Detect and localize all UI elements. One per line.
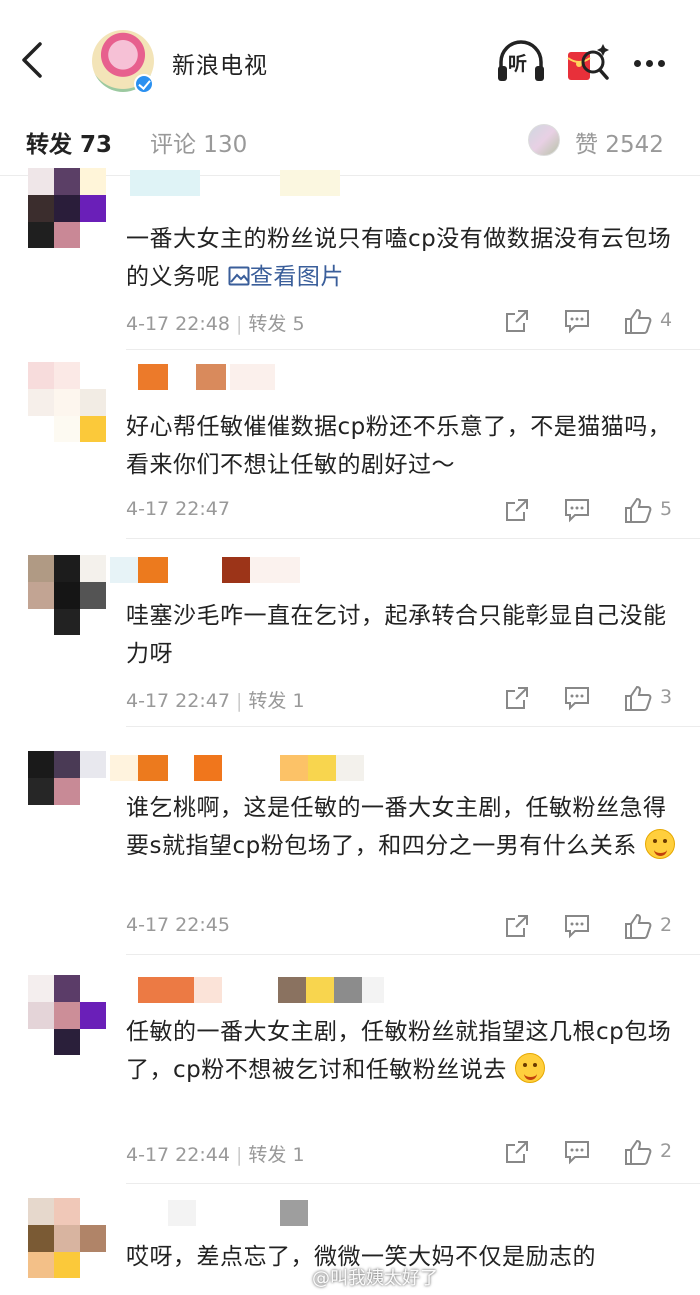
comment-meta: 4-17 22:47 | 转发 1 bbox=[126, 686, 305, 713]
comment-meta: 4-17 22:45 bbox=[126, 914, 230, 936]
like-count: 5 bbox=[660, 498, 673, 520]
comment-time: 4-17 22:45 bbox=[126, 914, 230, 936]
image-icon bbox=[228, 266, 250, 286]
listen-button[interactable]: 听 bbox=[496, 40, 546, 84]
comment-meta: 4-17 22:44 | 转发 1 bbox=[126, 1140, 305, 1167]
top-bar: 新浪电视 听 bbox=[0, 0, 700, 100]
red-packet-icon bbox=[567, 44, 609, 80]
comment-meta: 4-17 22:48 | 转发 5 bbox=[126, 309, 305, 336]
commenter-name[interactable] bbox=[110, 1200, 430, 1228]
meta-separator: | bbox=[235, 690, 243, 712]
comment-repost-count[interactable]: 转发 1 bbox=[248, 690, 304, 712]
thumbs-up-icon[interactable] bbox=[624, 911, 652, 941]
verified-badge-icon bbox=[134, 74, 154, 94]
commenter-name[interactable] bbox=[110, 977, 430, 1005]
like-count: 2 bbox=[660, 1140, 673, 1162]
comment-time: 4-17 22:47 bbox=[126, 498, 230, 520]
listen-label: 听 bbox=[508, 53, 528, 75]
like-count: 3 bbox=[660, 686, 673, 708]
thumbs-up-icon[interactable] bbox=[624, 683, 652, 713]
comment-bubble-icon[interactable] bbox=[563, 495, 591, 525]
like-count: 2 bbox=[660, 914, 673, 936]
comment-bubble-icon[interactable] bbox=[563, 1137, 591, 1167]
share-icon[interactable] bbox=[504, 683, 530, 713]
commenter-avatar[interactable] bbox=[28, 362, 106, 442]
comment-text-body: 谁乞桃啊，这是任敏的一番大女主剧，任敏粉丝急得要s就指望cp粉包场了，和四分之一… bbox=[126, 795, 667, 859]
commenter-name[interactable] bbox=[110, 755, 430, 783]
view-image-label: 查看图片 bbox=[249, 264, 344, 290]
commenter-avatar[interactable] bbox=[28, 1198, 106, 1278]
tab-like[interactable]: 赞 2542 bbox=[575, 125, 664, 159]
tab-comment[interactable]: 评论 130 bbox=[150, 125, 247, 159]
share-icon[interactable] bbox=[504, 306, 530, 336]
commenter-name[interactable] bbox=[110, 557, 430, 585]
comment-meta: 4-17 22:47 bbox=[126, 498, 230, 520]
comment-repost-count[interactable]: 转发 5 bbox=[248, 313, 304, 335]
meta-separator: | bbox=[235, 313, 243, 335]
divider bbox=[126, 538, 700, 539]
tab-repost[interactable]: 转发 73 bbox=[26, 125, 112, 159]
meta-separator: | bbox=[235, 1144, 243, 1166]
share-icon[interactable] bbox=[504, 495, 530, 525]
comment-text: 好心帮任敏催催数据cp粉还不乐意了，不是猫猫吗，看来你们不想让任敏的剧好过～ bbox=[126, 414, 672, 478]
commenter-avatar[interactable] bbox=[28, 168, 106, 248]
comment-time: 4-17 22:44 bbox=[126, 1144, 230, 1166]
liker-avatar bbox=[528, 124, 560, 156]
view-image-link[interactable]: 查看图片 bbox=[228, 264, 344, 290]
divider bbox=[126, 1183, 700, 1184]
comment-bubble-icon[interactable] bbox=[563, 683, 591, 713]
share-icon[interactable] bbox=[504, 1137, 530, 1167]
commenter-name[interactable] bbox=[110, 364, 430, 392]
like-count: 4 bbox=[660, 309, 673, 331]
thumbs-up-icon[interactable] bbox=[624, 306, 652, 336]
more-dots-icon[interactable] bbox=[634, 52, 676, 72]
red-packet-button[interactable] bbox=[566, 40, 612, 84]
commenter-avatar[interactable] bbox=[28, 555, 106, 635]
comment-text: 任敏的一番大女主剧，任敏粉丝就指望这几根cp包场了，cp粉不想被乞讨和任敏粉丝说… bbox=[126, 1013, 686, 1089]
divider bbox=[126, 349, 700, 350]
tongue-emoji-icon bbox=[644, 829, 675, 859]
comment-text: 谁乞桃啊，这是任敏的一番大女主剧，任敏粉丝急得要s就指望cp粉包场了，和四分之一… bbox=[126, 789, 686, 865]
back-arrow-icon[interactable] bbox=[18, 40, 48, 80]
smile-emoji-icon bbox=[514, 1053, 545, 1083]
watermark: @叫我姨太好了 bbox=[312, 1268, 438, 1289]
comment-text: 哇塞沙毛咋一直在乞讨，起承转合只能彰显自己没能力呀 bbox=[126, 603, 667, 667]
divider bbox=[126, 726, 700, 727]
thumbs-up-icon[interactable] bbox=[624, 1137, 652, 1167]
comment-bubble-icon[interactable] bbox=[563, 911, 591, 941]
commenter-name[interactable] bbox=[110, 170, 430, 198]
commenter-avatar[interactable] bbox=[28, 751, 106, 831]
comment-text: 一番大女主的粉丝说只有嗑cp没有做数据没有云包场的义务呢 查看图片 bbox=[126, 220, 686, 296]
commenter-avatar[interactable] bbox=[28, 975, 106, 1055]
comment-text-body: 一番大女主的粉丝说只有嗑cp没有做数据没有云包场的义务呢 bbox=[126, 226, 672, 290]
comment-bubble-icon[interactable] bbox=[563, 306, 591, 336]
comment-time: 4-17 22:48 bbox=[126, 313, 230, 335]
comment-repost-count[interactable]: 转发 1 bbox=[248, 1144, 304, 1166]
divider bbox=[126, 954, 700, 955]
comment-text-body: 任敏的一番大女主剧，任敏粉丝就指望这几根cp包场了，cp粉不想被乞讨和任敏粉丝说… bbox=[126, 1019, 672, 1083]
share-icon[interactable] bbox=[504, 911, 530, 941]
comment-time: 4-17 22:47 bbox=[126, 690, 230, 712]
account-name[interactable]: 新浪电视 bbox=[172, 46, 268, 80]
thumbs-up-icon[interactable] bbox=[624, 495, 652, 525]
